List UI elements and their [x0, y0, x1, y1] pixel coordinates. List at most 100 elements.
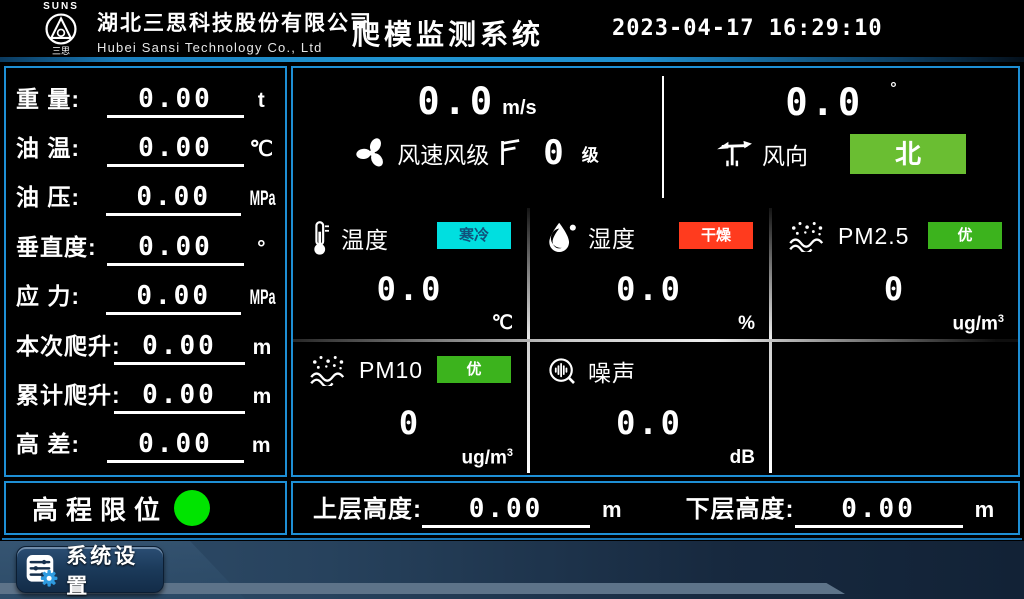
measurement-value: 0.00: [114, 331, 245, 365]
measurement-row-current-climb: 本次爬升: 0.00 m: [16, 327, 279, 365]
heights-panel: 上层高度: 0.00 m 下层高度: 0.00 m: [291, 481, 1020, 535]
sensor-name: 湿度: [588, 220, 636, 254]
measurement-label: 重 量:: [16, 80, 107, 114]
wind-direction-label: 风向: [762, 137, 808, 171]
measurement-value: 0.00: [107, 232, 243, 266]
status-badge: 干燥: [679, 222, 753, 249]
elevation-limit-label: 高程限位: [32, 490, 168, 527]
wind-vane-icon: [716, 138, 754, 170]
fan-icon: [355, 136, 389, 170]
footer-divider: [2, 538, 1022, 540]
measurement-label: 油 压:: [16, 178, 106, 212]
sensor-cell-humidity: 湿度 干燥 0.0 %: [530, 208, 769, 339]
measurement-panel: 重 量: 0.00 t 油 温: 0.00 ℃ 油 压: 0.00 MPa 垂直…: [4, 66, 287, 477]
wind-direction-line: 风向 北: [666, 134, 1016, 174]
status-badge: 寒冷: [437, 222, 511, 249]
measurement-unit: MPa: [241, 286, 279, 310]
wind-level-value: 0: [543, 133, 563, 173]
droplet-icon: [546, 220, 578, 254]
wind-direction-unit: °: [890, 80, 896, 97]
measurement-label: 应 力:: [16, 277, 106, 311]
measurement-label: 累计爬升:: [16, 376, 114, 410]
wind-level-line: 风速风级 0 级: [293, 133, 661, 173]
wind-group-label: 风速风级: [397, 136, 489, 170]
measurement-unit: m: [245, 336, 279, 360]
measurement-value: 0.00: [107, 133, 243, 167]
measurement-unit: m: [245, 385, 279, 409]
measurement-row-total-climb: 累计爬升: 0.00 m: [16, 376, 279, 414]
measurement-row-weight: 重 量: 0.00 t: [16, 80, 279, 118]
system-settings-button[interactable]: 系统设置: [16, 546, 164, 593]
logo-sansi-text: 三思: [30, 46, 92, 56]
wind-direction-section: 0.0 ° 风向 北: [666, 68, 1016, 206]
noise-icon: [546, 355, 578, 387]
wind-speed-value: 0.0: [417, 80, 496, 123]
upper-height-unit: m: [602, 497, 622, 523]
bottom-toolbar: 系统设置: [0, 541, 1024, 599]
measurement-label: 油 温:: [16, 129, 107, 163]
sensor-name: PM2.5: [838, 223, 909, 250]
company-name-en: Hubei Sansi Technology Co., Ltd: [97, 40, 373, 55]
wind-speed-section: 0.0 m/s 风速风级 0 级: [293, 68, 661, 206]
sensor-name: 温度: [341, 221, 389, 255]
dust-particles-icon: [309, 354, 349, 386]
sensor-unit: ug/m3: [461, 447, 513, 469]
sansi-logo-icon: [44, 12, 78, 46]
sensor-cell-noise: 噪声 0.0 dB: [530, 342, 769, 473]
measurement-row-stress: 应 力: 0.00 MPa: [16, 277, 279, 315]
measurement-row-oil-pressure: 油 压: 0.00 MPa: [16, 178, 279, 216]
measurement-row-oil-temp: 油 温: 0.00 ℃: [16, 129, 279, 167]
measurement-value: 0.00: [107, 429, 243, 463]
sensor-unit: dB: [730, 447, 755, 469]
wind-direction-value-line: 0.0 °: [666, 80, 1016, 124]
lower-height-unit: m: [975, 497, 995, 523]
measurement-label: 高 差:: [16, 425, 107, 459]
thermometer-icon: [309, 220, 331, 256]
wind-speed-unit: m/s: [502, 97, 536, 119]
measurement-unit: MPa: [241, 187, 279, 211]
upper-height-label: 上层高度:: [313, 489, 422, 524]
measurement-row-verticality: 垂直度: 0.00 °: [16, 228, 279, 266]
lower-height-group: 下层高度: 0.00 m: [686, 489, 995, 528]
environment-panel: 0.0 m/s 风速风级 0 级: [291, 66, 1020, 477]
company-name: 湖北三思科技股份有限公司 Hubei Sansi Technology Co.,…: [97, 7, 373, 55]
header: SUNS 三思 湖北三思科技股份有限公司 Hubei Sansi Technol…: [0, 0, 1024, 57]
elevation-limit-indicator: [174, 490, 210, 526]
measurement-unit: m: [244, 434, 279, 458]
wind-level-flag-icon: [497, 138, 521, 168]
measurement-label: 垂直度:: [16, 228, 107, 262]
wind-direction-badge: 北: [850, 134, 966, 174]
measurement-label: 本次爬升:: [16, 327, 114, 361]
dust-particles-icon: [788, 220, 828, 252]
system-settings-label: 系统设置: [66, 540, 155, 599]
sensor-unit: ℃: [492, 312, 513, 335]
climbing-formwork-monitor-screen: SUNS 三思 湖北三思科技股份有限公司 Hubei Sansi Technol…: [0, 0, 1024, 599]
wind-section-divider: [662, 76, 664, 198]
status-badge: 优: [928, 222, 1002, 249]
measurement-value: 0.00: [114, 380, 245, 414]
sensor-cell-pm10: PM10 优 0 ug/m3: [293, 342, 527, 473]
measurement-value: 0.00: [106, 182, 241, 216]
sensor-unit: %: [738, 313, 755, 335]
settings-sliders-gear-icon: [25, 552, 58, 588]
sensor-cell-empty: [772, 342, 1018, 473]
status-badge: 优: [437, 356, 511, 383]
sensor-value: 0: [772, 270, 1018, 308]
sensor-value: 0: [293, 404, 527, 442]
sensor-name: 噪声: [588, 354, 636, 388]
measurement-value: 0.00: [107, 84, 243, 118]
measurement-unit: t: [244, 89, 279, 113]
datetime-display: 2023-04-17 16:29:10: [612, 16, 883, 41]
company-logo: SUNS 三思: [30, 1, 92, 56]
measurement-value: 0.00: [106, 281, 241, 315]
measurement-unit: ℃: [244, 137, 279, 162]
sensor-value: 0.0: [530, 270, 769, 308]
page-title: 爬模监测系统: [352, 13, 544, 53]
measurement-unit: °: [244, 244, 279, 254]
wind-direction-value: 0.0: [785, 81, 864, 124]
measurement-row-height-diff: 高 差: 0.00 m: [16, 425, 279, 463]
elevation-limit-panel: 高程限位: [4, 481, 287, 535]
sensor-name: PM10: [359, 357, 423, 384]
company-name-cn: 湖北三思科技股份有限公司: [97, 7, 373, 37]
sensor-value: 0.0: [293, 270, 527, 308]
